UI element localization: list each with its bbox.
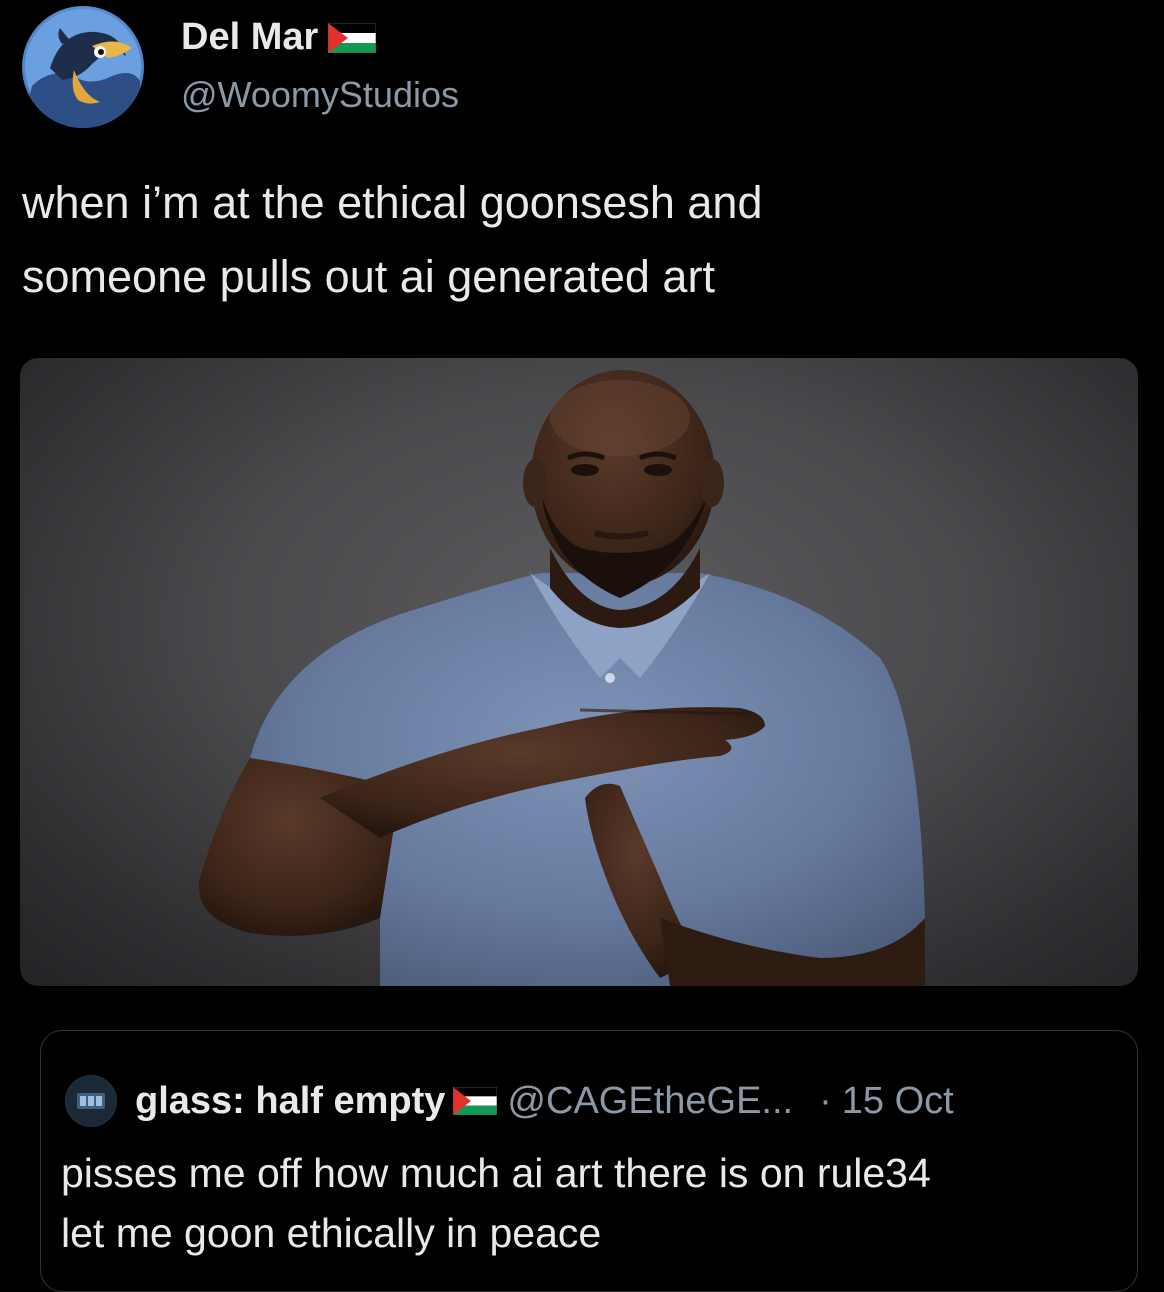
author-handle[interactable]: @WoomyStudios xyxy=(181,74,459,116)
tweet-media-image[interactable] xyxy=(20,358,1138,986)
quote-text-line: let me goon ethically in peace xyxy=(61,1210,602,1256)
quoted-tweet[interactable]: glass: half empty @CAGEtheGE... · 15 Oct… xyxy=(40,1030,1138,1292)
quote-author-name[interactable]: glass: half empty xyxy=(135,1080,445,1123)
tweet-text: when i’m at the ethical goonsesh and som… xyxy=(22,166,1132,314)
quote-header: glass: half empty @CAGEtheGE... · 15 Oct xyxy=(65,1075,954,1127)
tweet-text-line: someone pulls out ai generated art xyxy=(22,251,715,302)
quote-text: pisses me off how much ai art there is o… xyxy=(61,1143,931,1263)
quote-timestamp[interactable]: 15 Oct xyxy=(842,1080,954,1123)
tweet-post: Del Mar @WoomyStudios when i’m at the et… xyxy=(0,0,1164,1292)
author-name-text: Del Mar xyxy=(181,16,319,58)
author-avatar[interactable] xyxy=(22,6,144,128)
quote-author-handle[interactable]: @CAGEtheGE... xyxy=(507,1080,793,1123)
quote-text-line: pisses me off how much ai art there is o… xyxy=(61,1150,931,1196)
palestine-flag-icon xyxy=(328,22,377,53)
photo-man-timeout-gesture-icon xyxy=(199,370,925,986)
cartoon-bird-icon xyxy=(22,9,141,128)
palestine-flag-icon xyxy=(453,1087,498,1115)
tweet-text-line: when i’m at the ethical goonsesh and xyxy=(22,177,763,228)
separator-dot: · xyxy=(819,1079,832,1122)
dark-logo-avatar-icon xyxy=(66,1076,116,1126)
quote-author-avatar[interactable] xyxy=(65,1075,117,1127)
author-display-name[interactable]: Del Mar xyxy=(181,16,377,59)
